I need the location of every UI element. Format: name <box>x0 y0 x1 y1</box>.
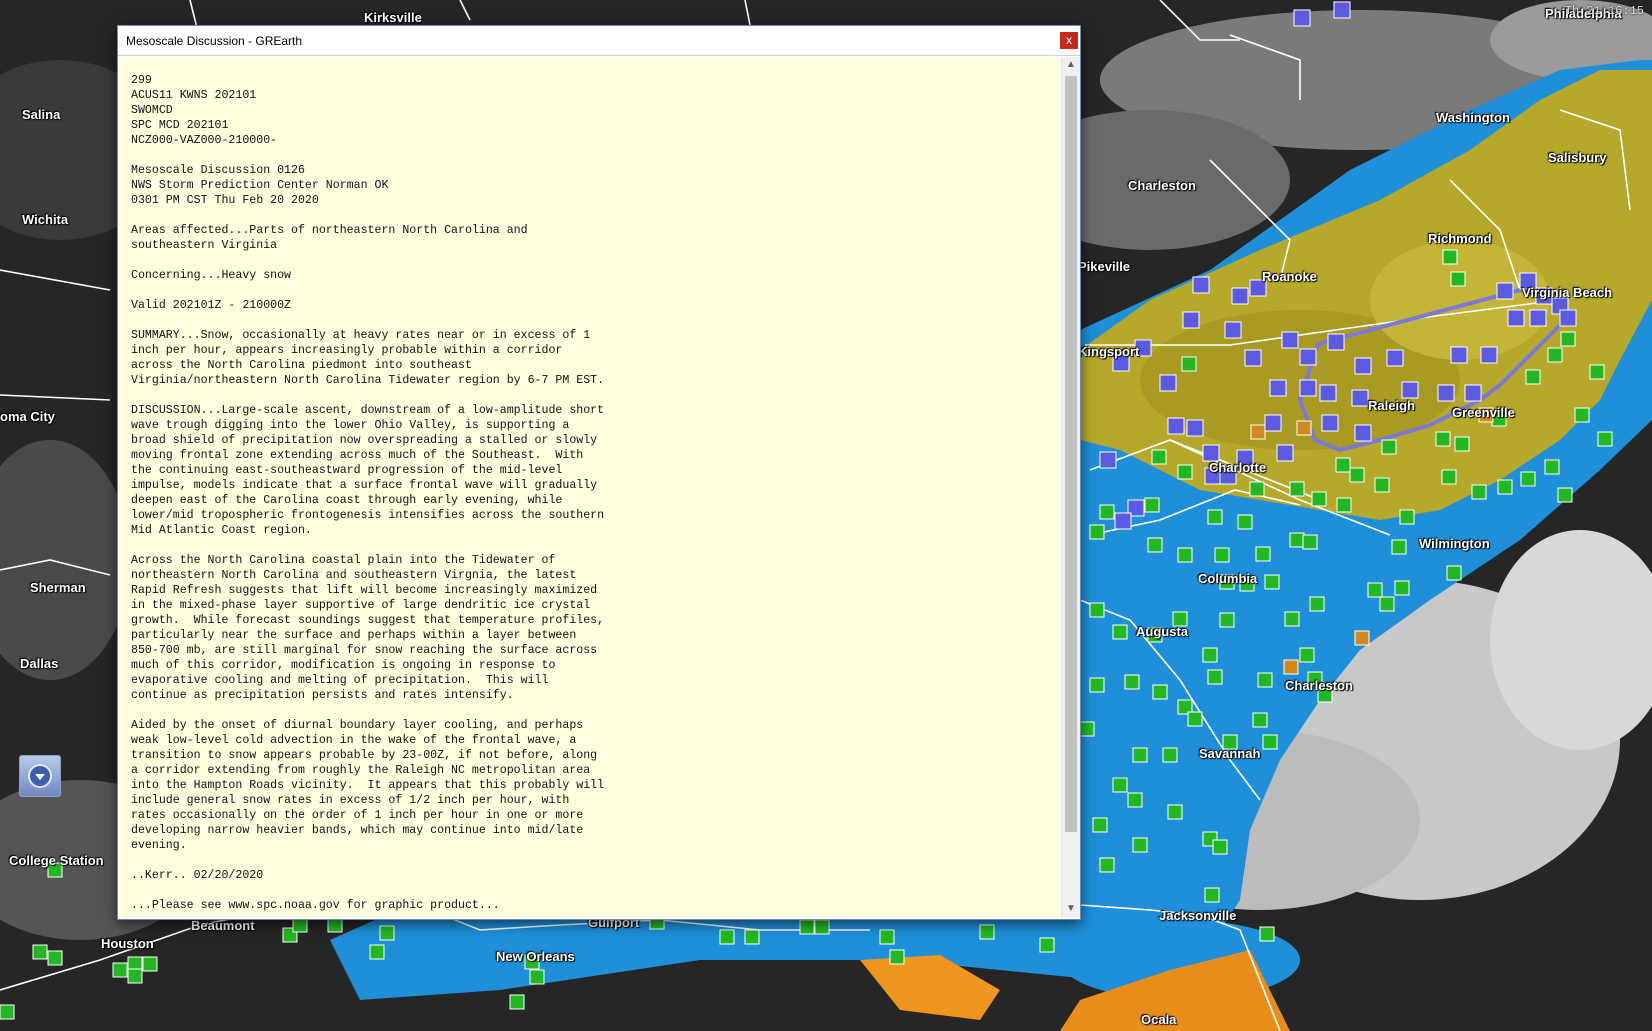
arrow-down-icon <box>28 764 52 788</box>
city-label: Charleston <box>1128 178 1196 193</box>
city-label: Roanoke <box>1262 269 1317 284</box>
city-label: Wichita <box>22 212 69 227</box>
navigate-down-button[interactable] <box>19 755 61 797</box>
city-label: Kingsport <box>1078 344 1140 359</box>
city-label: Kirksville <box>364 10 422 25</box>
city-label: Beaumont <box>191 918 255 933</box>
city-label: Augusta <box>1136 624 1188 639</box>
city-label: Jacksonville <box>1159 908 1237 923</box>
city-label: Charleston <box>1285 678 1353 693</box>
city-label: Virginia Beach <box>1522 285 1613 300</box>
city-label: Houston <box>101 936 154 951</box>
city-label: College Station <box>9 853 104 868</box>
scroll-thumb[interactable] <box>1065 76 1077 832</box>
city-label: Charlotte <box>1209 460 1267 475</box>
city-label: Dallas <box>20 656 59 671</box>
scroll-up-icon[interactable]: ▲ <box>1062 57 1080 73</box>
city-label: Ocala <box>1141 1012 1177 1027</box>
map-timestamp: Th 21:16:15 <box>1564 4 1644 18</box>
city-label: Richmond <box>1428 231 1492 246</box>
discussion-text: 299 ACUS11 KWNS 202101 SWOMCD SPC MCD 20… <box>131 74 605 912</box>
city-label: Columbia <box>1198 571 1258 586</box>
close-button[interactable]: x <box>1060 32 1078 49</box>
city-label: Salina <box>22 107 61 122</box>
discussion-text-area[interactable]: 299 ACUS11 KWNS 202101 SWOMCD SPC MCD 20… <box>119 57 1060 917</box>
vertical-scrollbar[interactable]: ▲ ▼ <box>1061 57 1080 917</box>
city-label: Sherman <box>30 580 86 595</box>
city-label: Savannah <box>1199 746 1261 761</box>
city-label: Wilmington <box>1419 536 1490 551</box>
city-label: oma City <box>0 409 55 424</box>
city-label: Raleigh <box>1368 398 1415 413</box>
city-label: Pikeville <box>1078 259 1131 274</box>
city-label: Greenville <box>1452 405 1515 420</box>
city-label: Salisbury <box>1548 150 1607 165</box>
city-label: Washington <box>1436 110 1510 125</box>
scroll-down-icon[interactable]: ▼ <box>1062 901 1080 917</box>
city-label: New Orleans <box>496 949 575 964</box>
mesoscale-discussion-window[interactable]: Mesoscale Discussion - GREarth x 299 ACU… <box>117 25 1081 920</box>
window-titlebar[interactable]: Mesoscale Discussion - GREarth x <box>118 26 1080 56</box>
window-title: Mesoscale Discussion - GREarth <box>126 33 303 48</box>
